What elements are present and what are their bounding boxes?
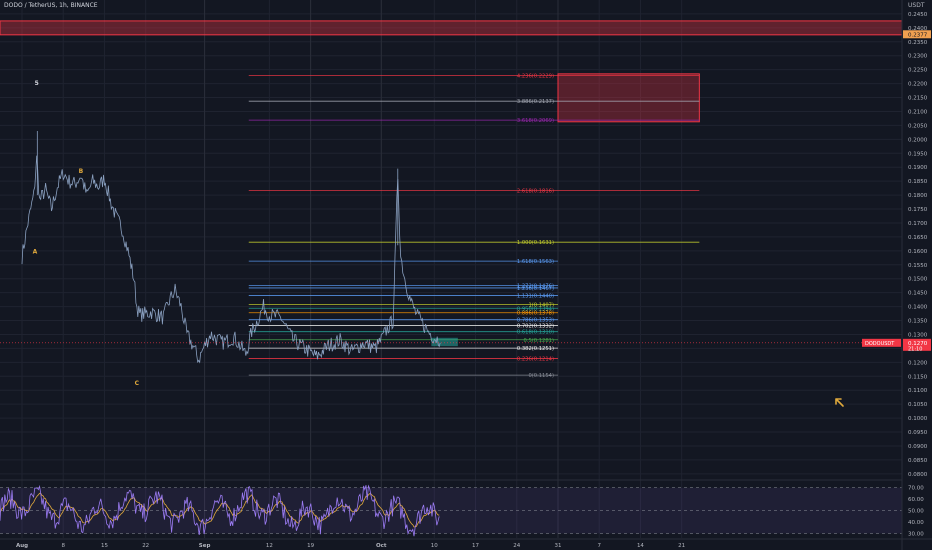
fib-level-label: 0.618(0.1310) (517, 330, 554, 336)
fib-level-label: 3.886(0.2137) (517, 99, 554, 105)
rsi-tick-label: 60.00 (908, 497, 924, 503)
time-tick-label: 7 (597, 543, 601, 549)
price-tick-label: 0.2100 (908, 109, 928, 115)
time-tick-label: 24 (513, 543, 520, 549)
highlight-price-text: 0.2377 (908, 32, 928, 38)
rsi-tick-label: 40.00 (908, 520, 924, 526)
price-tick-label: 0.2250 (908, 68, 928, 74)
price-tick-label: 0.1000 (908, 416, 928, 422)
fib-level-label: 0.702(0.1332) (517, 324, 554, 330)
price-tick-label: 0.1850 (908, 179, 928, 185)
rsi-tick-label: 50.00 (908, 509, 924, 515)
fib-level-label: 4.236(0.2229) (517, 74, 554, 80)
time-tick-label: Aug (16, 543, 28, 549)
price-tick-label: 0.0850 (908, 458, 928, 464)
fib-level-label: 1.236(0.1467) (517, 286, 554, 292)
rsi-tick-label: 70.00 (908, 486, 924, 492)
price-tick-label: 0.1300 (908, 332, 928, 338)
price-tick-label: 0.0950 (908, 430, 928, 436)
resistance-zone[interactable] (0, 20, 903, 36)
time-tick-label: 12 (266, 543, 273, 549)
price-tick-label: 0.1050 (908, 402, 928, 408)
price-tick-label: 0.2450 (908, 12, 928, 18)
wave-label[interactable]: B (79, 168, 84, 175)
time-tick-label: 15 (101, 543, 108, 549)
price-tick-label: 0.1700 (908, 221, 928, 227)
price-tick-label: 0.2200 (908, 82, 928, 88)
time-tick-label: 19 (307, 543, 314, 549)
fib-level-label: 0.236(0.1214) (517, 356, 554, 362)
price-tick-label: 0.1350 (908, 319, 928, 325)
current-time-text: 21:10 (908, 346, 922, 352)
price-tick-label: 0.1600 (908, 249, 928, 255)
chart-background (0, 0, 932, 550)
fib-level-label: 1.000(0.1631) (517, 240, 554, 246)
price-tick-label: 0.2350 (908, 40, 928, 46)
wave-label[interactable]: A (33, 249, 38, 256)
price-tick-label: 0.1150 (908, 374, 928, 380)
fib-level-label: 0.382(0.1251) (517, 346, 554, 352)
target-zone[interactable] (557, 73, 700, 123)
price-tick-label: 0.2150 (908, 96, 928, 102)
price-tick-label: 0.2000 (908, 137, 928, 143)
time-tick-label: Oct (376, 543, 387, 549)
price-tick-label: 0.1550 (908, 263, 928, 269)
price-tick-label: 0.1950 (908, 151, 928, 157)
price-tick-label: 0.1200 (908, 360, 928, 366)
price-tick-label: 0.1100 (908, 388, 928, 394)
chart-canvas[interactable]: 4.236(0.2229) 3.886(0.2137) 3.618(0.2069) 2… (0, 0, 932, 550)
time-tick-label: 17 (472, 543, 479, 549)
price-tick-label: 0.1450 (908, 291, 928, 297)
price-tick-label: 0.1650 (908, 235, 928, 241)
price-tick-label: 0.2050 (908, 123, 928, 129)
price-tick-label: 0.1900 (908, 165, 928, 171)
price-tick-label: 0.0800 (908, 472, 928, 478)
time-tick-label: Sep (199, 543, 211, 549)
price-tick-label: 0.1500 (908, 277, 928, 283)
currency-label: USDT (908, 2, 925, 9)
price-tick-label: 0.1800 (908, 193, 928, 199)
price-tick-label: 0.2300 (908, 54, 928, 60)
fib-level-label: 1.618(0.1563) (517, 259, 554, 265)
time-tick-label: 31 (554, 543, 561, 549)
price-tick-label: 0.1400 (908, 305, 928, 311)
rsi-tick-label: 30.00 (908, 531, 924, 537)
time-tick-label: 10 (431, 543, 438, 549)
price-tick-label: 0.0900 (908, 444, 928, 450)
fib-level-label: 0.886(0.1378) (517, 311, 554, 317)
time-tick-label: 22 (142, 543, 149, 549)
wave-label[interactable]: 5 (35, 80, 39, 87)
entry-zone[interactable] (431, 337, 458, 347)
time-tick-label: 21 (678, 543, 685, 549)
price-tick-label: 0.1750 (908, 207, 928, 213)
time-tick-label: 8 (61, 543, 65, 549)
fib-level-label: 2.618(0.1816) (517, 189, 554, 195)
fib-level-label: 0(0.1154) (528, 373, 554, 379)
current-symbol-label: DODOUSDT (865, 341, 895, 347)
fib-level-label: 3.618(0.2069) (517, 118, 554, 124)
symbol-title[interactable]: DODO / TetherUS, 1h, BINANCE (4, 2, 98, 9)
time-tick-label: 14 (637, 543, 644, 549)
fib-level-label: 1.131(0.1440) (517, 293, 554, 299)
wave-label[interactable]: C (135, 380, 140, 387)
